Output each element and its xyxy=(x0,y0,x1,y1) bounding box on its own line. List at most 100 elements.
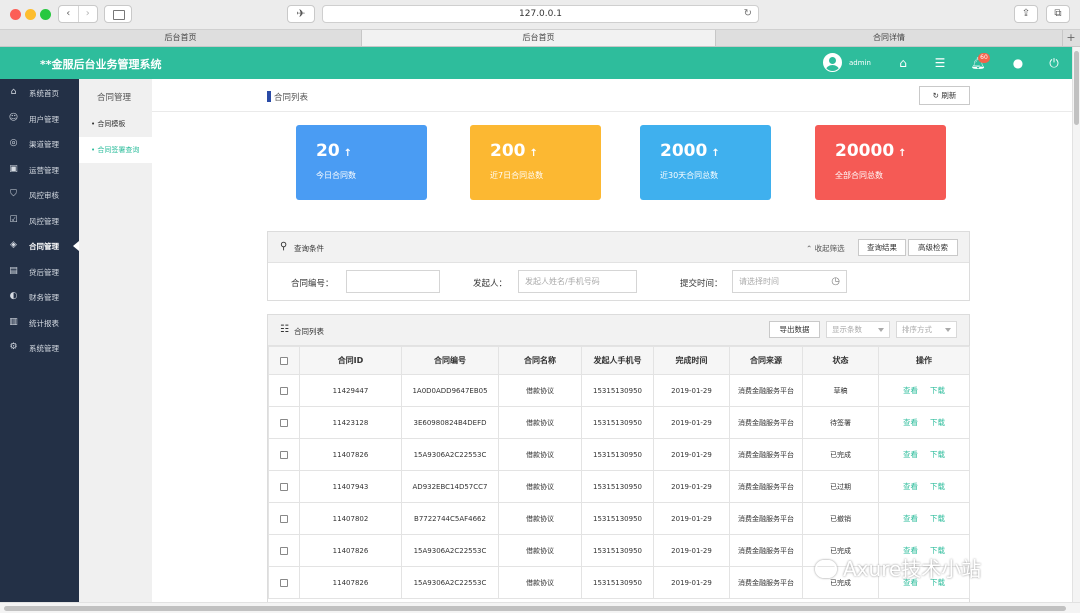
zoom-window-button[interactable] xyxy=(40,9,51,20)
browser-tab[interactable]: 后台首页 xyxy=(0,30,362,46)
sort-select[interactable]: 排序方式 xyxy=(896,321,957,338)
cell-time: 2019-01-29 xyxy=(653,502,730,535)
advanced-search-button[interactable]: 高级检索 xyxy=(908,239,958,256)
reload-icon[interactable]: ↻ xyxy=(744,6,752,22)
tab-strip: 后台首页 后台首页 合同详情 + xyxy=(0,30,1080,47)
sidebar-item[interactable]: ◈ 合同管理 xyxy=(0,233,79,259)
tab-overview-icon[interactable]: ⧉ xyxy=(1046,5,1070,23)
download-link[interactable]: 下载 xyxy=(930,386,945,395)
row-checkbox[interactable] xyxy=(280,546,288,555)
box-icon: ▣ xyxy=(9,163,18,174)
browser-tab[interactable]: 合同详情 xyxy=(716,30,1063,46)
vertical-scroll-thumb[interactable] xyxy=(1074,51,1079,125)
initiator-input[interactable]: 发起人姓名/手机号码 xyxy=(518,270,637,293)
cell-actions: 查看 下载 xyxy=(878,406,970,439)
sidebar-item[interactable]: ▥ 统计报表 xyxy=(0,310,79,336)
cell-no: 1A0D0ADD9647EB05 xyxy=(401,374,499,407)
shield-icon: ⛉ xyxy=(10,189,17,199)
sub-item-template[interactable]: • 合同模板 xyxy=(79,111,152,137)
forward-icon[interactable]: › xyxy=(77,6,98,22)
refresh-button[interactable]: ↻ 刷新 xyxy=(919,86,970,105)
new-tab-icon[interactable]: + xyxy=(1063,30,1079,46)
power-icon[interactable]: ⏻ xyxy=(1046,55,1062,71)
avatar[interactable] xyxy=(823,53,842,72)
cell-name: 借款协议 xyxy=(498,534,582,567)
download-link[interactable]: 下载 xyxy=(930,514,945,523)
sidebar-item[interactable]: ▣ 运营管理 xyxy=(0,157,79,183)
browser-tab-active[interactable]: 后台首页 xyxy=(362,30,716,46)
share-icon[interactable]: ⇪ xyxy=(1014,5,1038,23)
cell-name: 借款协议 xyxy=(498,566,582,599)
cell-name: 借款协议 xyxy=(498,406,582,439)
select-all-checkbox[interactable] xyxy=(280,356,288,365)
row-select-cell xyxy=(268,438,300,471)
sub-sidebar-title: 合同管理 xyxy=(97,93,132,103)
sidebar-item[interactable]: ◎ 渠道管理 xyxy=(0,131,79,157)
stat-value: 20000 ↑ xyxy=(835,141,907,161)
sidebar-item[interactable]: ⌂ 系统首页 xyxy=(0,80,79,106)
page-size-select[interactable]: 显示条数 xyxy=(826,321,890,338)
row-checkbox[interactable] xyxy=(280,418,288,427)
vertical-scrollbar[interactable] xyxy=(1072,47,1080,602)
view-link[interactable]: 查看 xyxy=(903,514,918,523)
sidebar-item-label: 系统管理 xyxy=(29,344,59,353)
menu-icon[interactable]: ☰ xyxy=(932,55,948,71)
sidebar-item[interactable]: ▤ 贷后管理 xyxy=(0,259,79,285)
submit-time-input[interactable]: 请选择时间 ◷ xyxy=(732,270,847,293)
cell-time: 2019-01-29 xyxy=(653,534,730,567)
view-link[interactable]: 查看 xyxy=(903,418,918,427)
sidebar-item[interactable]: ⛉ 风控审核 xyxy=(0,182,79,208)
submit-time-label: 提交时间： xyxy=(680,279,723,289)
cell-phone: 15315130950 xyxy=(581,534,654,567)
stat-label: 今日合同数 xyxy=(316,171,356,180)
sub-item-sign-query[interactable]: • 合同签署查询 xyxy=(79,137,152,163)
cell-source: 消费金融服务平台 xyxy=(729,534,803,567)
row-checkbox[interactable] xyxy=(280,450,288,459)
row-checkbox[interactable] xyxy=(280,482,288,491)
sidebar-item[interactable]: ⚙ 系统管理 xyxy=(0,335,79,361)
download-link[interactable]: 下载 xyxy=(930,482,945,491)
view-link[interactable]: 查看 xyxy=(903,482,918,491)
row-checkbox[interactable] xyxy=(280,386,288,395)
user-icon: ☺ xyxy=(8,112,19,123)
close-window-button[interactable] xyxy=(10,9,21,20)
back-icon[interactable]: ‹ xyxy=(59,6,78,22)
minimize-window-button[interactable] xyxy=(25,9,36,20)
contract-no-input[interactable] xyxy=(346,270,440,293)
sidebar-item-label: 运营管理 xyxy=(29,165,59,175)
view-link[interactable]: 查看 xyxy=(903,386,918,395)
watermark: Axure技术小站 xyxy=(815,553,981,582)
export-button[interactable]: 导出数据 xyxy=(769,321,820,338)
list-icon: ☷ xyxy=(280,324,289,335)
query-result-button[interactable]: 查询结果 xyxy=(858,239,906,256)
cell-phone: 15315130950 xyxy=(581,438,654,471)
home-icon[interactable]: ⌂ xyxy=(895,55,911,71)
row-select-cell xyxy=(268,502,300,535)
breadcrumb: 合同列表 xyxy=(274,93,309,103)
sidebar-item[interactable]: ☑ 风控管理 xyxy=(0,208,79,234)
sidebar-item-label: 贷后管理 xyxy=(29,267,59,277)
chevron-up-icon: ⌃ xyxy=(806,244,815,253)
download-link[interactable]: 下载 xyxy=(930,418,945,427)
view-link[interactable]: 查看 xyxy=(903,450,918,459)
username[interactable]: admin xyxy=(849,59,871,67)
url-text: 127.0.0.1 xyxy=(519,9,562,19)
collapse-filter-link[interactable]: ⌃ 收起筛选 xyxy=(806,243,845,254)
horizontal-scroll-thumb[interactable] xyxy=(4,606,1066,611)
sidebar-toggle-icon[interactable] xyxy=(104,5,132,23)
cell-status: 已撤销 xyxy=(802,502,879,535)
address-bar[interactable]: 127.0.0.1 ↻ xyxy=(322,5,759,23)
palette-icon[interactable]: ● xyxy=(1010,55,1026,71)
sidebar-item[interactable]: ◐ 财务管理 xyxy=(0,284,79,310)
sidebar-item[interactable]: ☺ 用户管理 xyxy=(0,106,79,132)
stat-card: 200 ↑ 近7日合同总数 xyxy=(470,125,601,200)
row-checkbox[interactable] xyxy=(280,514,288,523)
download-link[interactable]: 下载 xyxy=(930,450,945,459)
sidebar-item-label: 风控审核 xyxy=(29,191,59,200)
cell-no: B7722744C5AF4662 xyxy=(401,502,499,535)
cell-name: 借款协议 xyxy=(498,470,582,503)
row-checkbox[interactable] xyxy=(280,578,288,587)
horizontal-scrollbar[interactable] xyxy=(0,602,1080,613)
search-icon: ⚲ xyxy=(280,241,288,252)
bird-icon[interactable]: ✈ xyxy=(287,5,315,23)
